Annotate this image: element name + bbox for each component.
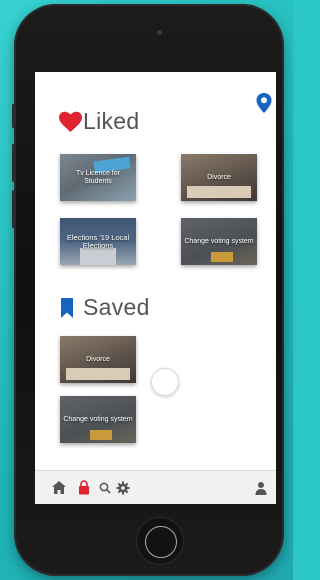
location-pin-icon[interactable] (255, 92, 273, 114)
card-caption: Tv Licence for Students (76, 169, 120, 185)
card-caption: Divorce (207, 173, 231, 181)
touch-indicator (151, 368, 179, 396)
liked-title: Liked (83, 108, 140, 134)
phone-home-button[interactable] (136, 517, 184, 565)
liked-card-change-voting[interactable]: Change voting system (181, 218, 257, 265)
settings-icon[interactable] (116, 481, 130, 495)
heart-icon (59, 111, 82, 132)
search-icon[interactable] (99, 482, 111, 494)
bookmark-icon (61, 297, 73, 318)
user-icon[interactable] (254, 481, 268, 496)
saved-title: Saved (83, 294, 150, 320)
lock-icon[interactable] (78, 480, 90, 495)
card-caption: Change voting system (184, 237, 254, 245)
home-icon[interactable] (51, 480, 67, 495)
card-photo-detail (66, 368, 130, 380)
saved-card-divorce[interactable]: Divorce (60, 336, 136, 383)
card-caption: Divorce (86, 355, 110, 363)
liked-card-tv-licence[interactable]: Tv Licence for Students (60, 154, 136, 201)
liked-card-divorce[interactable]: Divorce (181, 154, 257, 201)
side-button (12, 104, 15, 128)
saved-header: Saved (60, 294, 150, 321)
card-caption: Change voting system (63, 415, 133, 423)
front-camera (157, 30, 162, 35)
liked-header: Liked (58, 108, 139, 135)
bottom-navigation-bar (35, 470, 276, 504)
card-caption: Elections '19 Local Elections (66, 232, 130, 250)
card-photo-detail (211, 252, 233, 262)
liked-card-elections[interactable]: Elections '19 Local Elections (60, 218, 136, 265)
card-photo-detail (187, 186, 251, 198)
card-photo-detail (90, 430, 112, 440)
side-button (12, 144, 15, 182)
saved-card-change-voting[interactable]: Change voting system (60, 396, 136, 443)
app-screen: Liked Tv Licence for Students Divorce El… (35, 72, 276, 504)
side-button (12, 190, 15, 228)
